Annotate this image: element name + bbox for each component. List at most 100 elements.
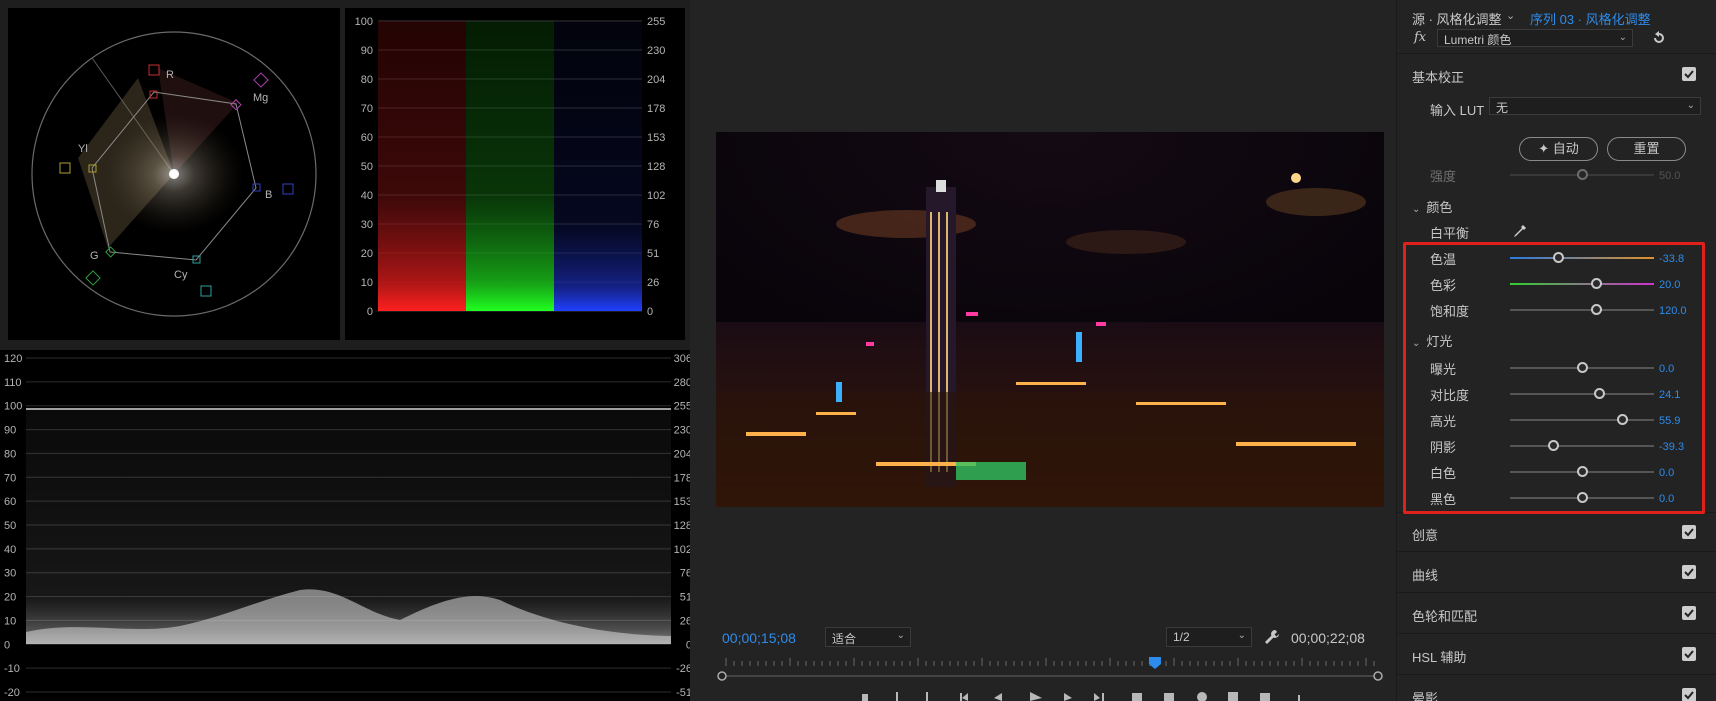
mini-timeline[interactable] [716,656,1384,682]
current-timecode[interactable]: 00;00;15;08 [722,630,796,646]
proxy-icon[interactable] [1260,693,1270,701]
video-preview[interactable] [716,132,1384,507]
panel-divider[interactable] [690,0,700,701]
section-enable-checkbox[interactable] [1682,688,1696,701]
whites-value[interactable]: 0.0 [1659,467,1674,479]
checkmark-icon [1684,650,1694,659]
insert-icon[interactable] [1132,693,1142,701]
checkmark-icon [1684,691,1694,700]
go-to-out-icon[interactable] [1094,693,1104,701]
waveform-tick-left: 110 [4,377,22,389]
reset-button[interactable]: 重置 [1607,137,1686,161]
highlights-slider[interactable] [1510,414,1654,426]
step-back-icon[interactable] [994,693,1002,701]
blacks-slider[interactable] [1510,492,1654,504]
effect-instance-dropdown[interactable]: Lumetri 颜色 ⌄ [1437,29,1633,47]
chevron-down-icon: ⌄ [1412,204,1421,215]
highlights-value[interactable]: 55.9 [1659,415,1680,427]
shadows-value[interactable]: -39.3 [1659,441,1684,453]
exposure-slider[interactable] [1510,362,1654,374]
saturation-slider[interactable] [1510,304,1654,316]
section-enable-checkbox[interactable] [1682,525,1696,539]
section-curves[interactable]: 曲线 [1397,553,1716,593]
parade-tick-left: 50 [361,161,373,173]
parade-tick-right: 204 [647,74,665,86]
section-enable-checkbox[interactable] [1682,647,1696,661]
parade-tick-left: 10 [361,277,373,289]
input-lut-dropdown[interactable]: 无 ⌄ [1489,97,1701,115]
section-enable-checkbox[interactable] [1682,565,1696,579]
auto-button[interactable]: ✦ 自动 [1519,137,1598,161]
temperature-value[interactable]: -33.8 [1659,253,1684,265]
lumetri-header: 源 · 风格化调整 ⌄ 序列 03 · 风格化调整 fx Lumetri 颜色 … [1397,0,1716,54]
parade-tick-right: 178 [647,103,665,115]
overwrite-icon[interactable] [1164,693,1174,701]
in-point-handle[interactable] [717,671,727,681]
out-point-handle[interactable] [1373,671,1383,681]
waveform-tick-left: 20 [4,592,16,604]
source-clip-label[interactable]: 源 · 风格化调整 [1412,9,1502,28]
tint-slider[interactable] [1510,278,1654,290]
tint-value[interactable]: 20.0 [1659,279,1680,291]
luma-waveform: 120 306 110 280 100 255 90 230 80 204 70 178 60 153 50… [0,350,690,701]
intensity-slider[interactable] [1510,169,1654,181]
section-vignette[interactable]: 晕影 [1397,676,1716,701]
sequence-clip-label[interactable]: 序列 03 · 风格化调整 [1530,9,1651,28]
more-controls-icon[interactable] [1298,695,1300,701]
settings-wrench-icon[interactable] [1263,628,1281,646]
vs-label-b: B [265,189,272,201]
rgb-parade-graph: 100 25590 23080 20470 17860 15350 12840 10230 76… [355,16,666,318]
checkmark-icon [1684,528,1694,537]
export-frame-icon[interactable] [1197,692,1207,701]
waveform-tick-right: -26 [676,663,690,675]
compare-view-icon[interactable] [1228,692,1238,701]
intensity-value[interactable]: 50.0 [1659,170,1680,182]
blacks-label: 黑色 [1430,492,1457,507]
marker-button[interactable] [862,694,868,701]
zoom-fit-dropdown[interactable]: 适合 ⌄ [825,627,911,647]
whites-label: 白色 [1430,466,1457,481]
shadows-slider[interactable] [1510,440,1654,452]
lut-label: 输入 LUT [1430,103,1485,118]
waveform-tick-left: 30 [4,568,16,580]
chevron-down-icon: ⌄ [1237,630,1246,641]
step-forward-icon[interactable] [1064,693,1072,701]
section-title: HSL 辅助 [1412,650,1467,665]
mark-out-button[interactable] [926,692,928,701]
chevron-down-icon[interactable]: ⌄ [1506,9,1515,22]
checkmark-icon [1684,609,1694,618]
color-subsection[interactable]: ⌄ 颜色 [1412,197,1452,216]
blacks-value[interactable]: 0.0 [1659,493,1674,505]
section-color-wheels[interactable]: 色轮和匹配 [1397,594,1716,634]
parade-tick-left: 80 [361,74,373,86]
waveform-tick-left: 60 [4,496,16,508]
whites-slider[interactable] [1510,466,1654,478]
temperature-slider[interactable] [1510,252,1654,264]
effect-instance-value: Lumetri 颜色 [1444,33,1512,47]
section-hsl-secondary[interactable]: HSL 辅助 [1397,635,1716,675]
section-enable-checkbox[interactable] [1682,67,1696,81]
eyedropper-icon[interactable] [1512,223,1528,239]
parade-tick-left: 0 [367,306,373,318]
playhead[interactable] [1148,657,1161,669]
parade-tick-left: 60 [361,132,373,144]
reset-effect-icon[interactable] [1650,29,1668,47]
saturation-value[interactable]: 120.0 [1659,305,1687,317]
section-enable-checkbox[interactable] [1682,606,1696,620]
contrast-slider[interactable] [1510,388,1654,400]
mark-in-button[interactable] [896,692,898,701]
go-to-in-icon[interactable] [960,693,968,701]
waveform-tick-left: 70 [4,472,16,484]
fx-icon[interactable]: fx [1414,30,1426,45]
contrast-value[interactable]: 24.1 [1659,389,1680,401]
vs-label-yl: Yl [78,143,88,155]
playback-resolution-dropdown[interactable]: 1/2 ⌄ [1166,627,1252,647]
section-creative[interactable]: 创意 [1397,512,1716,552]
waveform-tick-right: 76 [680,568,690,580]
section-basic-correction[interactable]: 基本校正 [1397,55,1716,95]
light-subsection[interactable]: ⌄ 灯光 [1412,331,1452,350]
play-icon[interactable] [1030,692,1042,701]
parade-tick-right: 255 [647,16,665,28]
exposure-value[interactable]: 0.0 [1659,363,1674,375]
zoom-fit-value: 适合 [832,632,857,646]
